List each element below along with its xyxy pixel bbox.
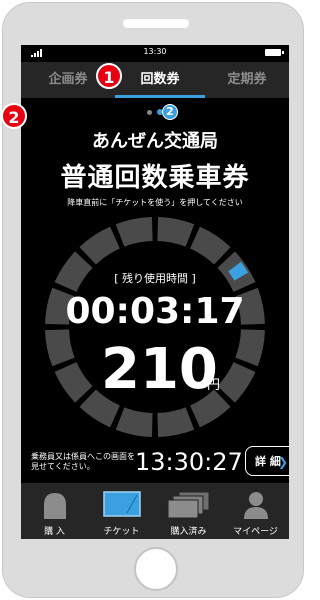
nav-purchased-label: 購入済み: [170, 527, 207, 537]
ring-segment: [157, 407, 195, 437]
callout-badge-2: 2: [1, 103, 27, 129]
ring-segment: [190, 226, 231, 265]
phone-frame: 13:30 企画券 回数券 定期券 あんぜん交通局 普通回数乗車券 降車直前に「…: [2, 2, 304, 598]
fare-amount: 210: [101, 337, 218, 402]
user-icon: [243, 492, 268, 519]
ticket-name: 普通回数乗車券: [60, 163, 250, 193]
ticket-type-tabs: 企画券 回数券 定期券: [21, 62, 289, 98]
chevron-right-icon: ❯: [277, 455, 288, 469]
ticket-icon: [102, 491, 141, 517]
staff-show-note: 乗務員又は係員へこの画面を見せてください。: [31, 452, 135, 471]
ring-segment: [115, 407, 153, 437]
callout-badge-1: 1: [96, 63, 122, 89]
pager-active-number: 2: [162, 104, 178, 120]
page-indicator: [21, 107, 289, 119]
bottom-navigation: 購 入 チケット 購入済み マイページ: [21, 483, 289, 539]
transit-company: あんぜん交通局: [92, 131, 218, 152]
battery-icon: [265, 49, 284, 56]
ring-segment: [235, 329, 265, 367]
remaining-time-value: 00:03:17: [65, 291, 245, 332]
ring-segment: [115, 217, 153, 247]
page-dot[interactable]: [147, 110, 152, 115]
detail-button[interactable]: 詳 細 ❯: [245, 446, 289, 476]
ring-segment: [54, 362, 93, 403]
nav-purchased[interactable]: 購入済み: [155, 483, 222, 539]
ring-segment: [79, 226, 120, 265]
ring-segment: [217, 362, 256, 403]
usage-instruction: 降車直前に「チケットを使う」を押してください: [67, 198, 243, 207]
fare-unit: 円: [207, 378, 221, 393]
nav-mypage[interactable]: マイページ: [222, 483, 289, 539]
nav-ticket-label: チケット: [103, 527, 140, 537]
status-bar: 13:30: [21, 45, 289, 61]
home-icon: [43, 493, 66, 519]
nav-mypage-label: マイページ: [233, 527, 278, 537]
ring-segment: [157, 217, 195, 247]
tab-teiki[interactable]: 定期券: [205, 62, 289, 98]
live-clock: 13:30:27: [135, 448, 243, 476]
tab-kaisu[interactable]: 回数券: [115, 62, 205, 98]
status-time: 13:30: [143, 47, 167, 56]
nav-purchase-label: 購 入: [44, 527, 65, 537]
app-screen: 13:30 企画券 回数券 定期券 あんぜん交通局 普通回数乗車券 降車直前に「…: [21, 45, 289, 539]
remaining-time-label: [ 残り使用時間 ]: [114, 272, 196, 285]
home-button[interactable]: [134, 547, 178, 591]
purchased-tickets-icon: [167, 491, 209, 519]
phone-speaker: [123, 19, 189, 28]
active-tab-indicator: [115, 95, 205, 98]
nav-purchase[interactable]: 購 入: [21, 483, 88, 539]
ring-segment: [45, 329, 75, 367]
nav-ticket[interactable]: チケット: [88, 483, 155, 539]
